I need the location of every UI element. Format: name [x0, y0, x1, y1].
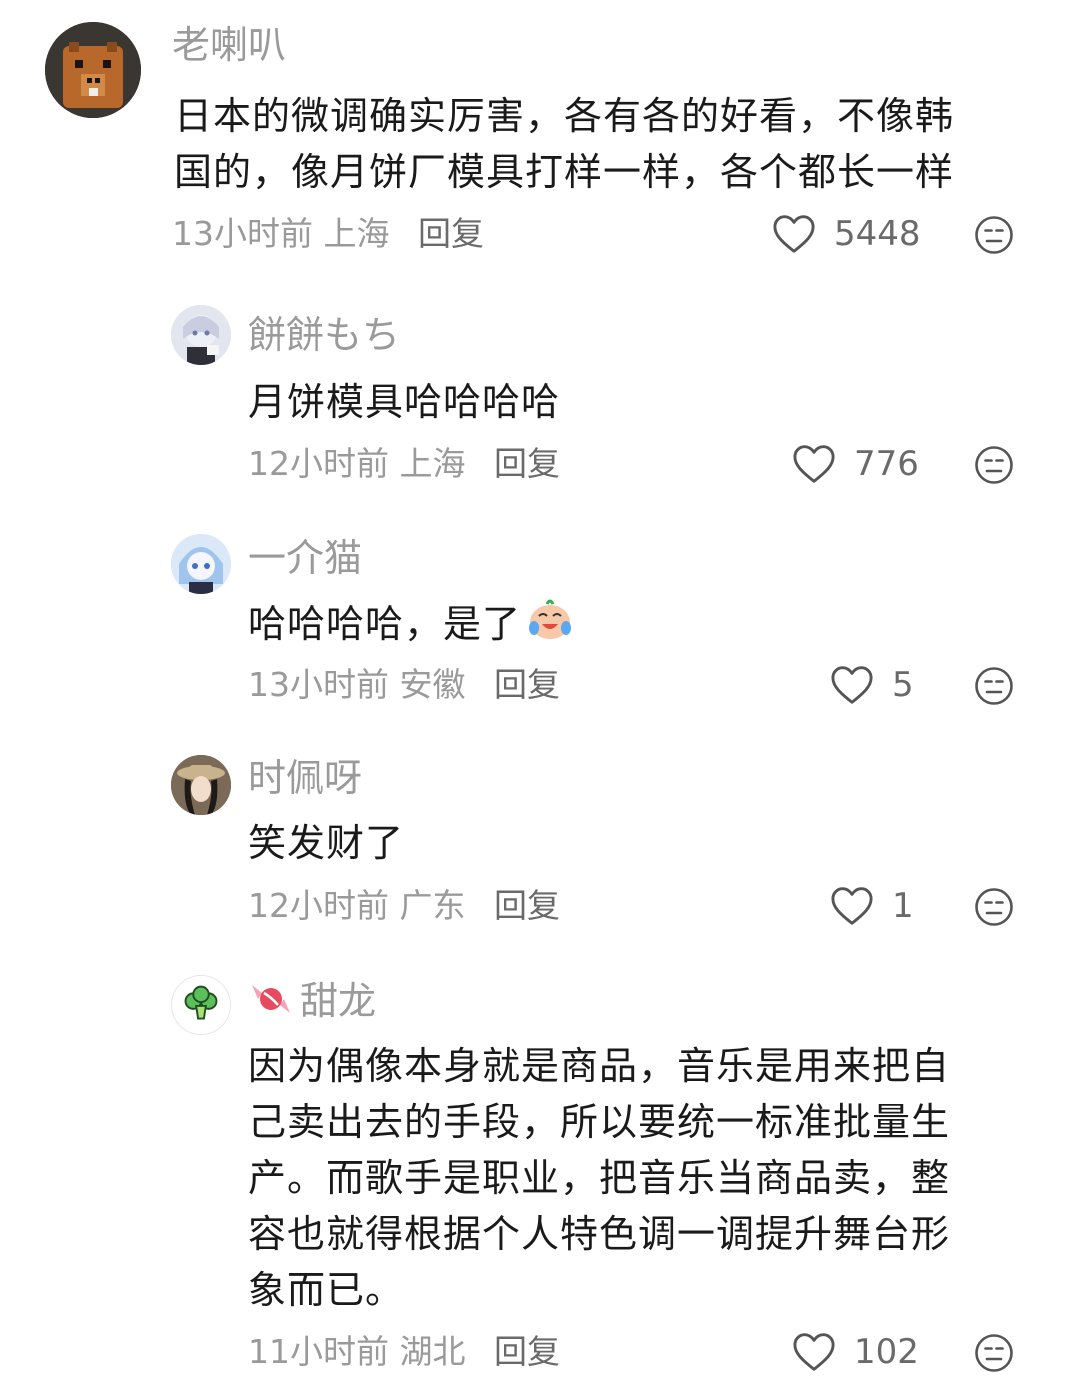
photo-avatar-icon	[171, 755, 231, 815]
comment-text-line: 因为偶像本身就是商品，音乐是用来把自	[248, 1044, 951, 1088]
avatar[interactable]	[171, 975, 231, 1035]
dislike-button[interactable]	[974, 215, 1014, 259]
avatar[interactable]	[45, 22, 141, 118]
candy-icon	[248, 979, 294, 1029]
dislike-button[interactable]	[974, 445, 1014, 489]
like-count: 102	[854, 1332, 919, 1372]
comment-time: 13小时前	[248, 665, 389, 704]
like-button[interactable]: 102	[792, 1332, 919, 1372]
comment-text-line: 象而已。	[248, 1268, 405, 1312]
heart-outline-icon	[773, 215, 815, 253]
comment-location: 上海	[399, 444, 466, 483]
anime-avatar-icon	[171, 534, 231, 594]
comment-text: 月饼模具哈哈哈哈	[248, 380, 561, 424]
comment-author-name: 甜龙	[300, 979, 377, 1023]
crying-laughing-emoji-icon	[525, 594, 575, 659]
comment-text-line: 产。而歌手是职业，把音乐当商品卖，整	[248, 1156, 951, 1200]
heart-outline-icon	[793, 1333, 835, 1371]
meh-face-icon	[975, 446, 1013, 484]
comment-location: 广东	[399, 886, 466, 925]
comment-meta: 12小时前 广东 回复	[248, 886, 560, 926]
dislike-button[interactable]	[974, 1333, 1014, 1377]
heart-outline-icon	[793, 445, 835, 483]
like-count: 776	[854, 444, 919, 484]
comment-text-line: 国的，像月饼厂模具打样一样，各个都长一样	[174, 150, 955, 194]
comment-location: 上海	[323, 214, 390, 253]
comment-text-line: 己卖出去的手段，所以要统一标准批量生	[248, 1100, 951, 1144]
meh-face-icon	[975, 216, 1013, 254]
comment-author[interactable]: 时佩呀	[248, 755, 362, 801]
reply-button[interactable]: 回复	[494, 665, 560, 704]
heart-outline-icon	[831, 887, 873, 925]
reply-button[interactable]: 回复	[494, 444, 560, 483]
comment-meta: 13小时前 安徽 回复	[248, 665, 560, 705]
comment-author[interactable]: 甜龙	[248, 978, 376, 1029]
avatar[interactable]	[171, 755, 231, 815]
avatar[interactable]	[171, 305, 231, 365]
meh-face-icon	[975, 888, 1013, 926]
comment-text: 日本的微调确实厉害，各有各的好看，不像韩 国的，像月饼厂模具打样一样，各个都长一…	[174, 88, 954, 200]
comment-meta: 13小时前 上海 回复	[172, 214, 484, 254]
reply-button[interactable]: 回复	[418, 214, 484, 253]
comment-text-content: 哈哈哈哈，是了	[248, 602, 522, 646]
broccoli-avatar-icon	[172, 976, 230, 1034]
dislike-button[interactable]	[974, 887, 1014, 931]
comment-author[interactable]: 老喇叭	[172, 22, 286, 68]
comment-meta: 12小时前 上海 回复	[248, 444, 560, 484]
comment-text-line: 日本的微调确实厉害，各有各的好看，不像韩	[174, 94, 955, 138]
like-count: 5	[892, 665, 914, 705]
like-button[interactable]: 5	[830, 665, 914, 705]
like-count: 5448	[834, 214, 921, 254]
comment-meta: 11小时前 湖北 回复	[248, 1332, 560, 1372]
reply-button[interactable]: 回复	[494, 886, 560, 925]
comment-text: 因为偶像本身就是商品，音乐是用来把自 己卖出去的手段，所以要统一标准批量生 产。…	[248, 1038, 950, 1318]
heart-outline-icon	[831, 666, 873, 704]
reply-button[interactable]: 回复	[494, 1332, 560, 1371]
like-button[interactable]: 5448	[772, 214, 921, 254]
like-count: 1	[892, 886, 914, 926]
comment-time: 12小时前	[248, 886, 389, 925]
comment-location: 湖北	[399, 1332, 466, 1371]
comment-text-line: 容也就得根据个人特色调一调提升舞台形	[248, 1212, 951, 1256]
avatar[interactable]	[171, 534, 231, 594]
comment-time: 13小时前	[172, 214, 313, 253]
comment-author[interactable]: 餅餅もち	[248, 312, 400, 358]
meh-face-icon	[975, 667, 1013, 705]
like-button[interactable]: 1	[830, 886, 914, 926]
comment-text: 哈哈哈哈，是了	[248, 594, 575, 659]
meh-face-icon	[975, 1334, 1013, 1372]
comment-time: 12小时前	[248, 444, 389, 483]
dislike-button[interactable]	[974, 666, 1014, 710]
comment-location: 安徽	[399, 665, 466, 704]
comment-author[interactable]: 一介猫	[248, 535, 362, 581]
capybara-avatar-icon	[45, 22, 141, 118]
comment-time: 11小时前	[248, 1332, 389, 1371]
comment-text: 笑发财了	[248, 821, 405, 865]
like-button[interactable]: 776	[792, 444, 919, 484]
anime-avatar-icon	[171, 305, 231, 365]
